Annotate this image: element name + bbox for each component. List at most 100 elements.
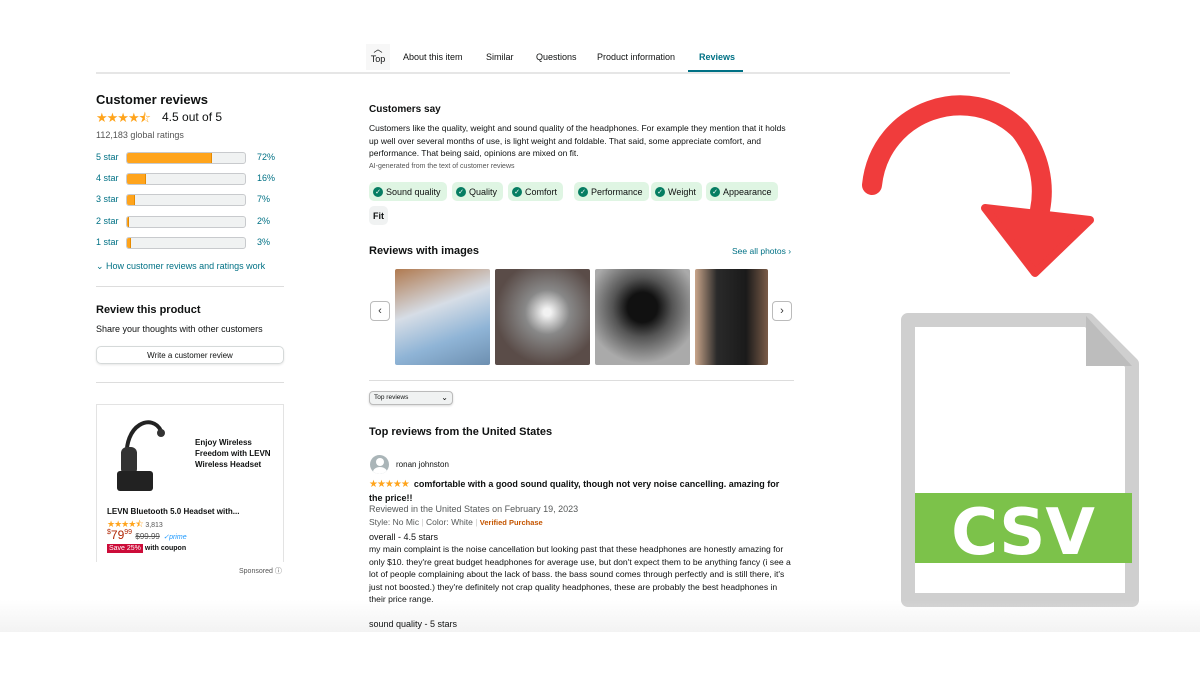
rating-row-label[interactable]: 3 star: [96, 194, 119, 204]
review-product-title: Review this product: [96, 304, 201, 316]
review-author[interactable]: ronan johnston: [396, 460, 449, 469]
sponsored-text: Sponsored: [239, 568, 273, 575]
chip-label: Quality: [469, 186, 498, 197]
ai-note: AI-generated from the text of customer r…: [369, 163, 515, 170]
review-meta: Reviewed in the United States on Februar…: [369, 504, 579, 514]
chip-aspect[interactable]: ✓ Comfort: [508, 182, 564, 201]
review-stars: ★★★★★: [369, 479, 410, 490]
sponsored-label[interactable]: Sponsored ⓘ: [239, 566, 282, 576]
review-photo-3[interactable]: [595, 269, 690, 365]
rating-bar[interactable]: [126, 215, 246, 228]
bottom-fade: [0, 600, 1200, 632]
reviews-with-images-title: Reviews with images: [369, 245, 480, 257]
refresh-arrow-icon: [862, 95, 1052, 220]
chevron-up-icon: ︿: [373, 44, 383, 54]
tab-questions[interactable]: Questions: [536, 52, 577, 62]
review-body: my main complaint is the noise cancellat…: [369, 544, 791, 604]
chevron-right-icon: ›: [780, 305, 784, 317]
coupon-text: with coupon: [144, 545, 187, 552]
carousel-prev-button[interactable]: ‹: [370, 301, 390, 321]
global-ratings: 112,183 global ratings: [96, 130, 184, 140]
how-ratings-work-link[interactable]: ⌄ How customer reviews and ratings work: [96, 261, 265, 272]
customers-say-text: Customers like the quality, weight and s…: [369, 123, 786, 159]
sort-dropdown[interactable]: Top reviews ⌄: [369, 391, 453, 405]
write-review-button[interactable]: Write a customer review: [96, 346, 284, 364]
tab-product-information[interactable]: Product information: [597, 52, 675, 62]
sponsored-ad[interactable]: Enjoy Wireless Freedom with LEVN Wireles…: [96, 404, 284, 562]
verified-purchase-badge: Verified Purchase: [479, 518, 543, 527]
chip-fit[interactable]: Fit: [369, 206, 388, 225]
rating-row-percent[interactable]: 2%: [257, 216, 270, 226]
avatar: [370, 455, 389, 474]
top-label: Top: [370, 54, 386, 64]
chip-aspect[interactable]: ✓ Performance: [574, 182, 649, 201]
rating-bar-fill: [127, 237, 131, 248]
rating-bar-fill: [127, 153, 212, 163]
check-icon: ✓: [710, 186, 720, 197]
ad-product-name[interactable]: LEVN Bluetooth 5.0 Headset with...: [107, 507, 239, 516]
back-to-top-button[interactable]: ︿ Top: [366, 44, 390, 70]
chip-label: Performance: [591, 186, 643, 197]
rating-bar[interactable]: [126, 194, 246, 207]
rating-row-percent[interactable]: 3%: [257, 237, 270, 247]
chip-aspect[interactable]: ✓ Sound quality: [369, 182, 447, 201]
rating-bar-fill: [127, 195, 136, 206]
rating-bar[interactable]: [126, 236, 246, 249]
ad-tagline: Enjoy Wireless Freedom with LEVN Wireles…: [195, 438, 271, 469]
check-icon: ✓: [655, 186, 665, 197]
carousel-next-button[interactable]: ›: [772, 301, 792, 321]
rating-row-label[interactable]: 5 star: [96, 152, 119, 162]
bottom-blank: [0, 632, 1200, 675]
csv-label: CSV: [951, 496, 1095, 570]
prime-badge: ✓prime: [163, 534, 187, 541]
rating-row-percent[interactable]: 7%: [257, 194, 270, 204]
chip-aspect[interactable]: ✓ Appearance: [706, 182, 778, 201]
ad-price: $7999 $99.99 ✓prime: [107, 528, 187, 542]
review-photo-4[interactable]: [695, 269, 768, 365]
rating-text: 4.5 out of 5: [162, 110, 223, 124]
rating-bar-fill: [127, 174, 146, 185]
see-all-photos-link[interactable]: See all photos ›: [732, 246, 791, 256]
rating-bar[interactable]: [126, 152, 246, 164]
review-headline[interactable]: comfortable with a good sound quality, t…: [369, 479, 779, 503]
top-reviews-title: Top reviews from the United States: [369, 426, 553, 438]
info-icon: ⓘ: [274, 568, 282, 575]
chevron-left-icon: ‹: [378, 305, 382, 317]
rating-bar-fill: [127, 216, 130, 227]
review-photo-2[interactable]: [495, 269, 590, 365]
tab-similar[interactable]: Similar: [486, 52, 514, 62]
save-badge: Save 25%: [107, 544, 143, 553]
chip-label: Comfort: [525, 186, 558, 197]
customer-reviews-title: Customer reviews: [96, 92, 208, 107]
chip-label: Appearance: [723, 186, 772, 197]
chevron-down-icon: ⌄: [441, 393, 448, 402]
rating-row-label[interactable]: 4 star: [96, 173, 119, 183]
rating-row-percent[interactable]: 16%: [257, 173, 275, 183]
chip-label: Weight: [668, 186, 696, 197]
rating-stars: ★★★★⯪: [96, 110, 151, 125]
check-icon: ✓: [456, 186, 466, 197]
chevron-down-icon: ⌄: [96, 261, 107, 271]
rating-row-label[interactable]: 1 star: [96, 237, 119, 247]
rating-bar[interactable]: [126, 173, 246, 186]
ad-list-price: $99.99: [135, 532, 160, 541]
tab-about[interactable]: About this item: [403, 52, 463, 62]
tab-reviews[interactable]: Reviews: [699, 52, 735, 62]
review-photo-1[interactable]: [395, 269, 490, 365]
sort-value: Top reviews: [374, 394, 409, 401]
how-ratings-work-label: How customer reviews and ratings work: [106, 261, 266, 271]
rating-row-label[interactable]: 2 star: [96, 216, 119, 226]
review-sound-quality: sound quality - 5 stars: [369, 619, 458, 629]
chip-aspect[interactable]: ✓ Weight: [651, 182, 702, 201]
headset-product-image: [117, 420, 165, 491]
rating-row-percent[interactable]: 72%: [257, 152, 275, 162]
customers-say-title: Customers say: [369, 104, 441, 115]
csv-export-illustration: CSV: [862, 95, 1139, 607]
chip-aspect[interactable]: ✓ Quality: [452, 182, 504, 201]
review-product-subtitle: Share your thoughts with other customers: [96, 324, 263, 334]
review-style[interactable]: Style: No Mic: [369, 517, 419, 527]
check-icon: ✓: [578, 186, 588, 197]
review-color: Color: White: [426, 517, 473, 527]
check-icon: ✓: [373, 186, 383, 197]
chip-label: Sound quality: [386, 186, 441, 197]
